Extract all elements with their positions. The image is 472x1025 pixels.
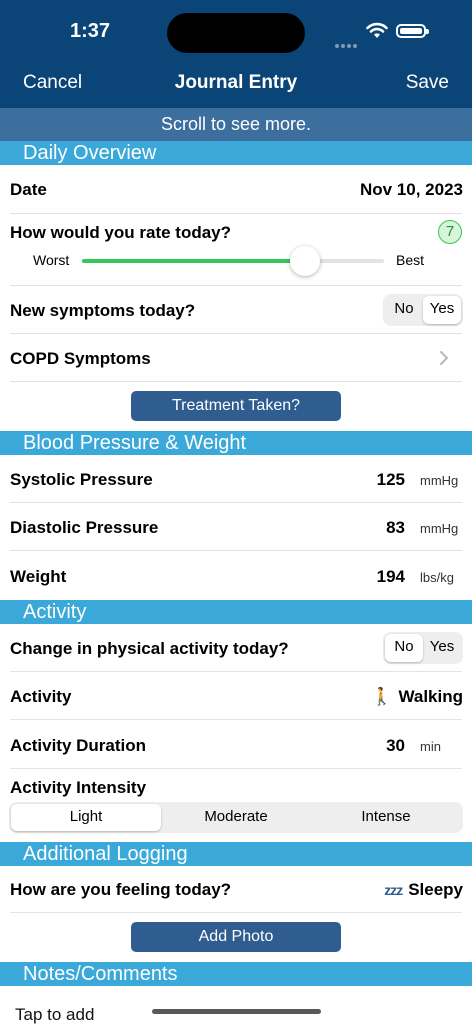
activity-value[interactable]: 🚶 Walking bbox=[371, 687, 463, 707]
section-notes-comments: Notes/Comments bbox=[0, 962, 472, 986]
symptoms-option-no[interactable]: No bbox=[385, 296, 423, 324]
systolic-value[interactable]: 125 bbox=[377, 470, 405, 490]
sleepy-zzz-icon: zzz bbox=[384, 882, 403, 898]
slider-thumb[interactable] bbox=[290, 246, 321, 276]
battery-icon bbox=[396, 24, 429, 38]
activity-value-text: Walking bbox=[398, 687, 463, 706]
slider-min-label: Worst bbox=[33, 252, 70, 268]
intensity-option-light[interactable]: Light bbox=[11, 804, 161, 831]
duration-value[interactable]: 30 bbox=[386, 736, 405, 756]
rate-label: How would you rate today? bbox=[10, 223, 232, 242]
divider bbox=[10, 213, 462, 214]
activity-label: Activity bbox=[10, 687, 72, 706]
dynamic-island bbox=[167, 13, 305, 53]
home-indicator bbox=[152, 1009, 321, 1014]
feeling-value[interactable]: zzz Sleepy bbox=[384, 880, 463, 900]
add-photo-button[interactable]: Add Photo bbox=[131, 922, 341, 952]
divider bbox=[10, 550, 462, 551]
rating-slider[interactable] bbox=[82, 246, 384, 276]
activity-change-label: Change in physical activity today? bbox=[10, 639, 289, 658]
intensity-option-intense[interactable]: Intense bbox=[311, 804, 461, 831]
feeling-value-text: Sleepy bbox=[408, 880, 463, 899]
treatment-taken-button[interactable]: Treatment Taken? bbox=[131, 391, 341, 421]
page-title: Journal Entry bbox=[174, 72, 298, 93]
status-time: 1:37 bbox=[70, 20, 111, 42]
divider bbox=[10, 381, 462, 382]
new-symptoms-label: New symptoms today? bbox=[10, 301, 196, 320]
systolic-unit: mmHg bbox=[420, 473, 459, 488]
feeling-label: How are you feeling today? bbox=[10, 880, 232, 899]
date-label: Date bbox=[10, 180, 47, 199]
notes-input[interactable]: Tap to add bbox=[15, 1005, 94, 1025]
weight-unit: lbs/kg bbox=[420, 570, 454, 585]
cellular-signal-icon bbox=[335, 35, 361, 48]
section-daily-overview: Daily Overview bbox=[0, 141, 472, 165]
divider bbox=[10, 768, 462, 769]
symptoms-option-yes[interactable]: Yes bbox=[423, 296, 461, 324]
weight-label: Weight bbox=[10, 567, 67, 586]
section-activity: Activity bbox=[0, 600, 472, 624]
diastolic-value[interactable]: 83 bbox=[386, 518, 405, 538]
weight-value[interactable]: 194 bbox=[377, 567, 405, 587]
section-additional-logging: Additional Logging bbox=[0, 842, 472, 866]
divider bbox=[10, 912, 462, 913]
intensity-option-moderate[interactable]: Moderate bbox=[161, 804, 311, 831]
intensity-label: Activity Intensity bbox=[10, 778, 147, 797]
activity-change-option-no[interactable]: No bbox=[385, 634, 423, 662]
activity-change-toggle[interactable]: No Yes bbox=[383, 632, 463, 664]
diastolic-unit: mmHg bbox=[420, 521, 459, 536]
rating-badge: 7 bbox=[438, 220, 462, 244]
diastolic-label: Diastolic Pressure bbox=[10, 518, 159, 537]
duration-label: Activity Duration bbox=[10, 736, 147, 755]
divider bbox=[10, 502, 462, 503]
intensity-segmented-control[interactable]: Light Moderate Intense bbox=[9, 802, 463, 833]
activity-change-option-yes[interactable]: Yes bbox=[423, 634, 461, 662]
scroll-hint: Scroll to see more. bbox=[0, 108, 472, 141]
duration-unit: min bbox=[420, 739, 441, 754]
walking-icon: 🚶 bbox=[371, 687, 393, 706]
save-button[interactable]: Save bbox=[406, 72, 449, 94]
copd-symptoms-label: COPD Symptoms bbox=[10, 349, 151, 368]
slider-max-label: Best bbox=[395, 252, 424, 268]
slider-fill bbox=[82, 259, 306, 263]
wifi-icon bbox=[366, 22, 388, 38]
systolic-label: Systolic Pressure bbox=[10, 470, 153, 489]
date-value[interactable]: Nov 10, 2023 bbox=[360, 180, 463, 200]
divider bbox=[10, 333, 462, 334]
divider bbox=[10, 285, 462, 286]
divider bbox=[10, 719, 462, 720]
section-blood-pressure-weight: Blood Pressure & Weight bbox=[0, 431, 472, 455]
new-symptoms-toggle[interactable]: No Yes bbox=[383, 294, 463, 326]
divider bbox=[10, 671, 462, 672]
chevron-right-icon[interactable] bbox=[439, 350, 449, 366]
